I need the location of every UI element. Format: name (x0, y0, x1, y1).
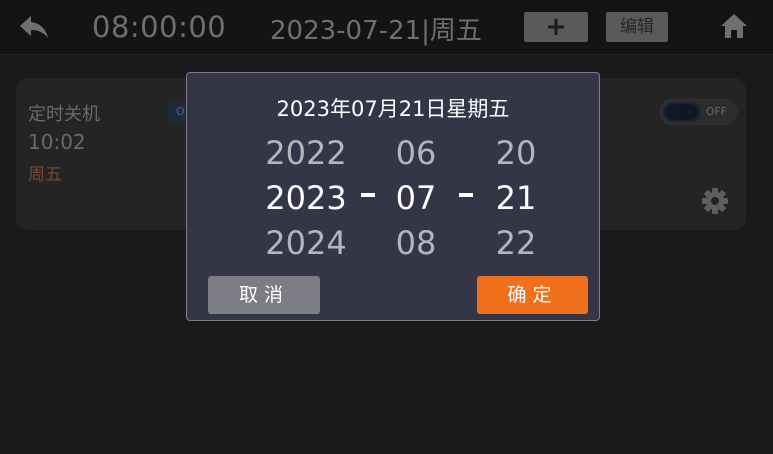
back-arrow-icon (20, 16, 48, 38)
clock-date: 2023-07-21|周五 (270, 16, 482, 46)
dialog-title: 2023年07月21日星期五 (276, 97, 510, 121)
toggle-knob (663, 102, 701, 122)
timer-toggle[interactable]: OFF (660, 99, 737, 125)
gear-icon[interactable] (700, 186, 730, 216)
back-button[interactable] (14, 10, 54, 44)
toggle-off-label: OFF (705, 105, 727, 118)
home-icon (721, 14, 747, 38)
day-option-next[interactable]: 22 (483, 223, 549, 263)
month-option-selected[interactable]: 07 (383, 178, 449, 218)
date-separator (361, 193, 375, 197)
year-option-prev[interactable]: 2022 (253, 133, 359, 173)
month-option-prev[interactable]: 06 (383, 133, 449, 173)
day-option-selected[interactable]: 21 (483, 178, 549, 218)
year-option-selected[interactable]: 2023 (253, 178, 359, 218)
day-option-prev[interactable]: 20 (483, 133, 549, 173)
home-button[interactable] (714, 8, 754, 44)
clock-time: 08:00:00 (92, 10, 227, 44)
edit-button[interactable]: 编辑 (606, 12, 668, 42)
timer-day: 周五 (28, 165, 62, 185)
date-picker-dialog: 2023年07月21日星期五 2022 2023 2024 06 07 08 2… (186, 72, 600, 321)
month-option-next[interactable]: 08 (383, 223, 449, 263)
top-bar: 08:00:00 2023-07-21|周五 + 编辑 (0, 0, 773, 55)
cancel-button[interactable]: 取消 (208, 276, 320, 314)
confirm-button[interactable]: 确定 (477, 276, 588, 314)
add-button[interactable]: + (524, 12, 588, 42)
timer-title: 定时关机 (28, 104, 100, 125)
year-option-next[interactable]: 2024 (253, 223, 359, 263)
date-separator (459, 193, 473, 197)
timer-time: 10:02 (28, 130, 86, 154)
